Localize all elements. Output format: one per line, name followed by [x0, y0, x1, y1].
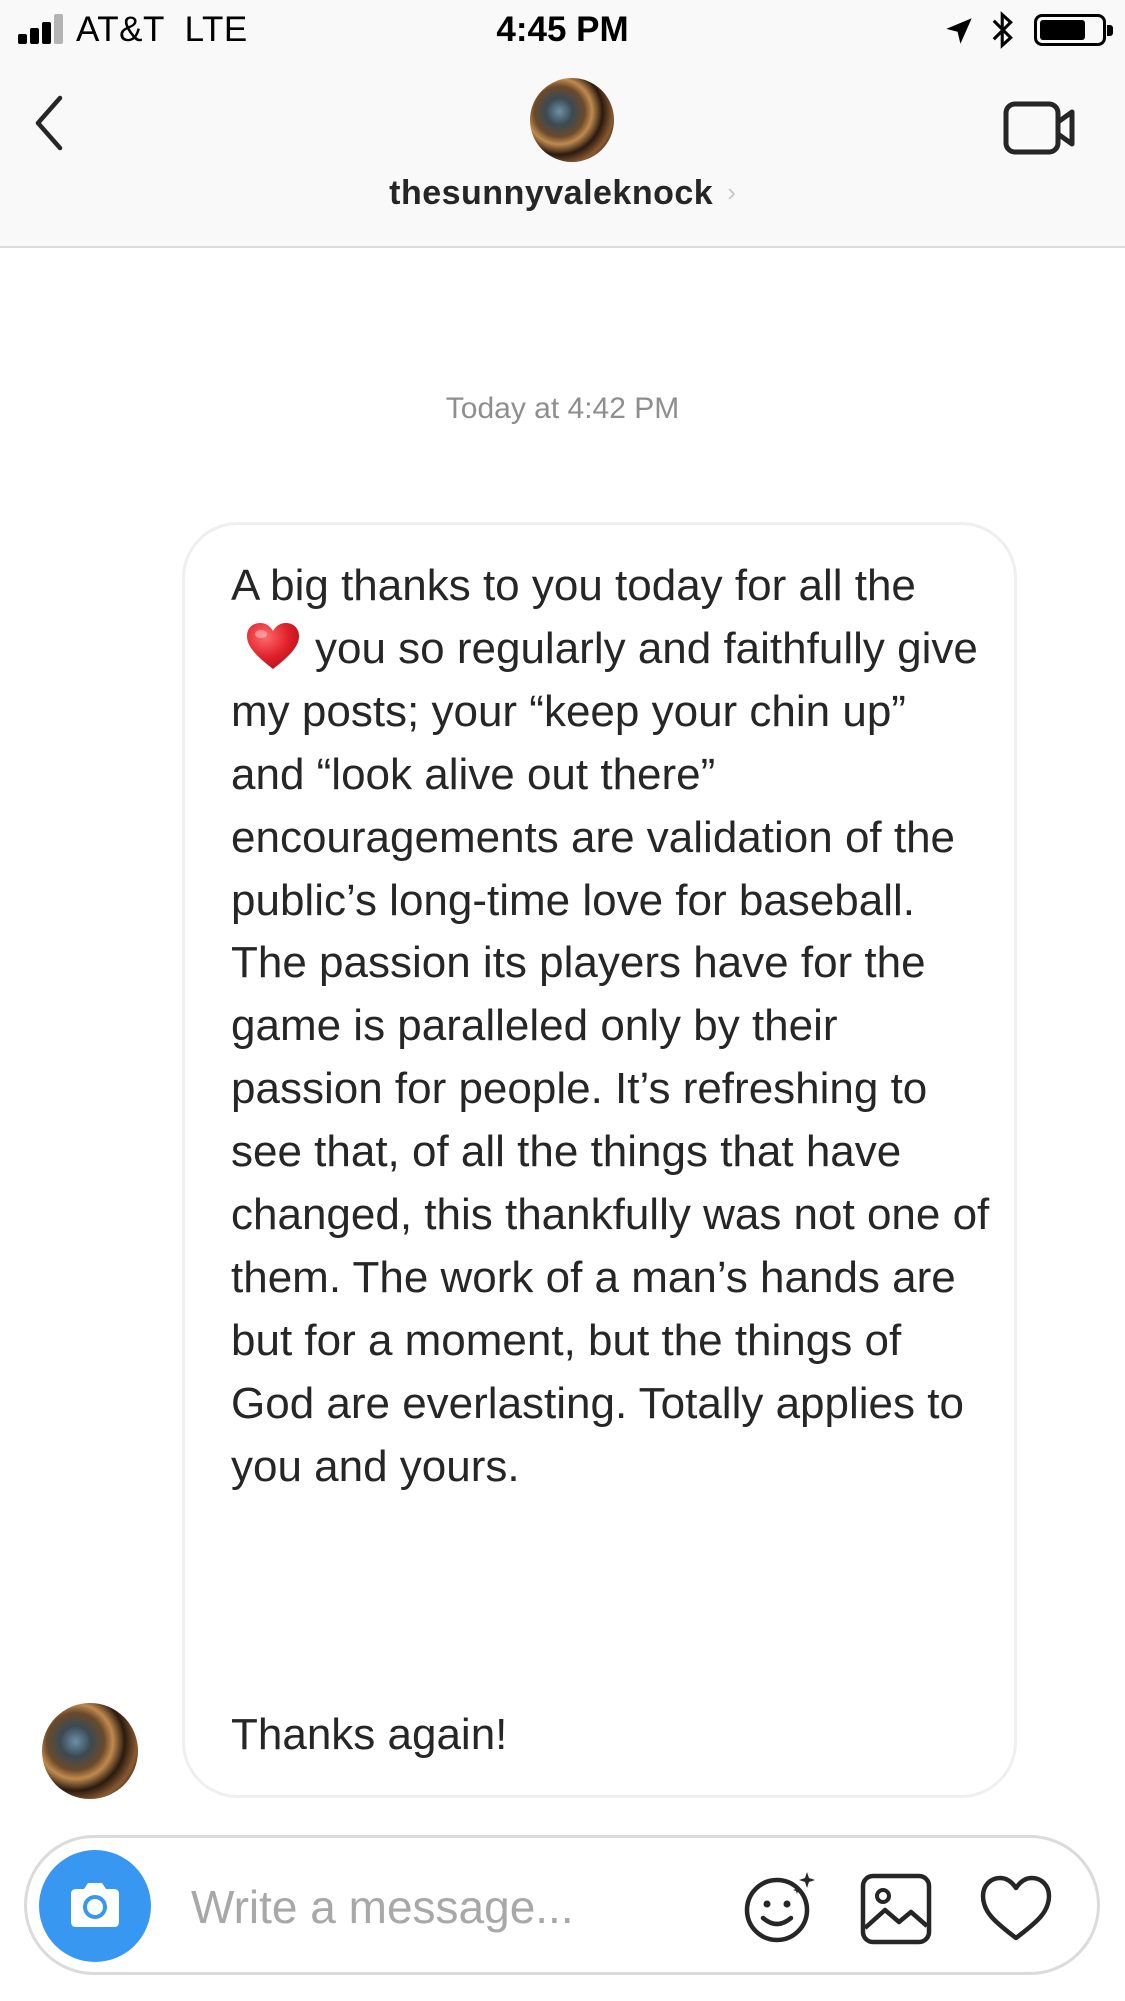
username: thesunnyvaleknock	[389, 174, 714, 212]
message-bubble[interactable]: A big thanks to you today for all the yo…	[182, 522, 1017, 1798]
message-closing: Thanks again!	[231, 1710, 508, 1759]
video-call-icon[interactable]	[1000, 96, 1080, 160]
message-composer	[24, 1835, 1100, 1975]
heart-icon[interactable]	[979, 1874, 1053, 1944]
message-timestamp: Today at 4:42 PM	[445, 392, 680, 425]
bluetooth-icon	[992, 11, 1013, 49]
message-input[interactable]	[191, 1874, 711, 1940]
back-icon[interactable]	[30, 90, 90, 160]
sender-avatar[interactable]	[42, 1703, 138, 1799]
heart-emoji-icon	[247, 622, 299, 669]
location-arrow-icon	[946, 18, 972, 44]
conversation-header: thesunnyvaleknock ›	[0, 60, 1125, 248]
chevron-right-icon: ›	[727, 177, 736, 207]
battery-icon	[1034, 14, 1113, 46]
status-bar: AT&T LTE 4:45 PM	[0, 0, 1125, 60]
gallery-icon[interactable]	[859, 1872, 933, 1946]
sticker-icon[interactable]	[741, 1868, 821, 1948]
username-link[interactable]: thesunnyvaleknock ›	[0, 174, 1125, 213]
camera-icon	[71, 1883, 119, 1927]
message-text-part1: A big thanks to you today for all the	[231, 561, 916, 610]
profile-avatar[interactable]	[530, 78, 614, 162]
message-body: A big thanks to you today for all the yo…	[231, 555, 991, 1499]
message-text-part2: you so regularly and faithfully give my …	[231, 623, 1002, 1491]
camera-button[interactable]	[39, 1850, 151, 1962]
